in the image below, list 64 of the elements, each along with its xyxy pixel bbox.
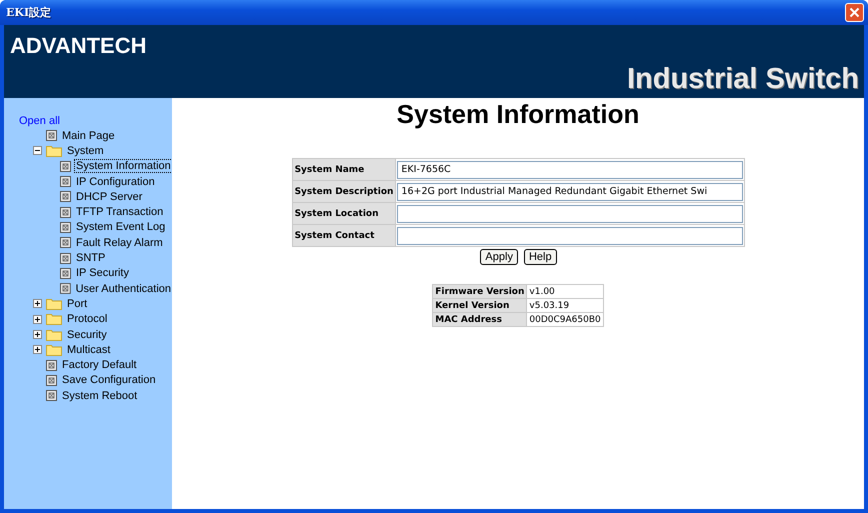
nav-link[interactable]: DHCP Server	[75, 190, 144, 203]
folder-icon	[46, 328, 62, 340]
page-icon	[60, 237, 71, 248]
page-icon	[60, 206, 71, 218]
table-cell: Firmware Version	[432, 284, 527, 298]
folder-icon	[46, 344, 62, 356]
form-button[interactable]: Help	[524, 249, 557, 265]
expand-icon[interactable]	[33, 314, 42, 324]
nav-link[interactable]: Protocol	[66, 313, 108, 326]
nav-link[interactable]: System Event Log	[75, 221, 166, 234]
folder-icon	[46, 313, 62, 326]
field-label: System Location	[292, 202, 396, 224]
table-cell: MAC Address	[432, 312, 527, 326]
nav-link[interactable]: System Reboot	[61, 390, 138, 402]
page-icon	[46, 374, 57, 386]
nav-link[interactable]: Main Page	[61, 130, 116, 142]
page-title: System Information	[396, 99, 640, 130]
input-field[interactable]: 16+2G port Industrial Managed Redundant Gigabit Ethernet Swi	[397, 182, 744, 200]
table-cell: v5.03.19	[526, 298, 604, 312]
table-cell: Kernel Version	[432, 298, 527, 312]
nav-link[interactable]: User Authentication	[74, 282, 172, 295]
page-icon	[60, 160, 71, 172]
table-cell: 00D0C9A650B0	[526, 312, 604, 326]
nav-link[interactable]: IP Security	[75, 267, 130, 280]
nav-link[interactable]: Multicast	[66, 344, 112, 356]
input-field[interactable]: EKI-7656C	[397, 160, 744, 178]
input-field[interactable]	[397, 226, 744, 244]
page-icon	[60, 191, 71, 202]
expand-icon[interactable]	[33, 299, 42, 308]
field-label: System Description	[292, 180, 396, 202]
nav-link[interactable]: Port	[66, 298, 88, 310]
page-icon	[60, 252, 71, 264]
page-icon	[60, 283, 71, 294]
close-button[interactable]	[845, 3, 864, 22]
expand-icon[interactable]	[33, 345, 42, 354]
nav-link[interactable]: TFTP Transaction	[75, 206, 164, 218]
field-label: System Contact	[292, 224, 396, 246]
form-button[interactable]: Apply	[480, 249, 518, 265]
nav-link[interactable]: Security	[66, 328, 108, 340]
folder-icon	[46, 144, 62, 157]
nav-link[interactable]: Save Configuration	[61, 374, 157, 386]
close-icon	[849, 7, 860, 18]
page-icon	[46, 130, 57, 142]
input-field[interactable]	[397, 204, 744, 222]
nav-link[interactable]: System	[66, 144, 105, 157]
collapse-icon[interactable]	[33, 146, 42, 156]
page-icon	[46, 390, 57, 402]
page-icon	[60, 222, 71, 233]
nav-link[interactable]: IP Configuration	[75, 176, 156, 188]
page-icon	[60, 176, 71, 188]
page-icon	[46, 360, 57, 371]
nav-link[interactable]: SNTP	[75, 252, 106, 264]
field-label: System Name	[292, 158, 396, 180]
expand-icon[interactable]	[33, 330, 42, 339]
table-cell: v1.00	[526, 284, 604, 298]
nav-link[interactable]: System Information	[75, 160, 172, 172]
logo: ADVANTECH	[10, 33, 148, 59]
product-title: Industrial Switch	[626, 63, 859, 96]
nav-link[interactable]: Factory Default	[61, 359, 138, 372]
folder-icon	[46, 298, 62, 310]
window-title: EKI設定	[6, 5, 52, 20]
open-all-link[interactable]: Open all	[19, 115, 60, 127]
page-icon	[60, 268, 71, 279]
nav-link[interactable]: Fault Relay Alarm	[75, 236, 164, 249]
